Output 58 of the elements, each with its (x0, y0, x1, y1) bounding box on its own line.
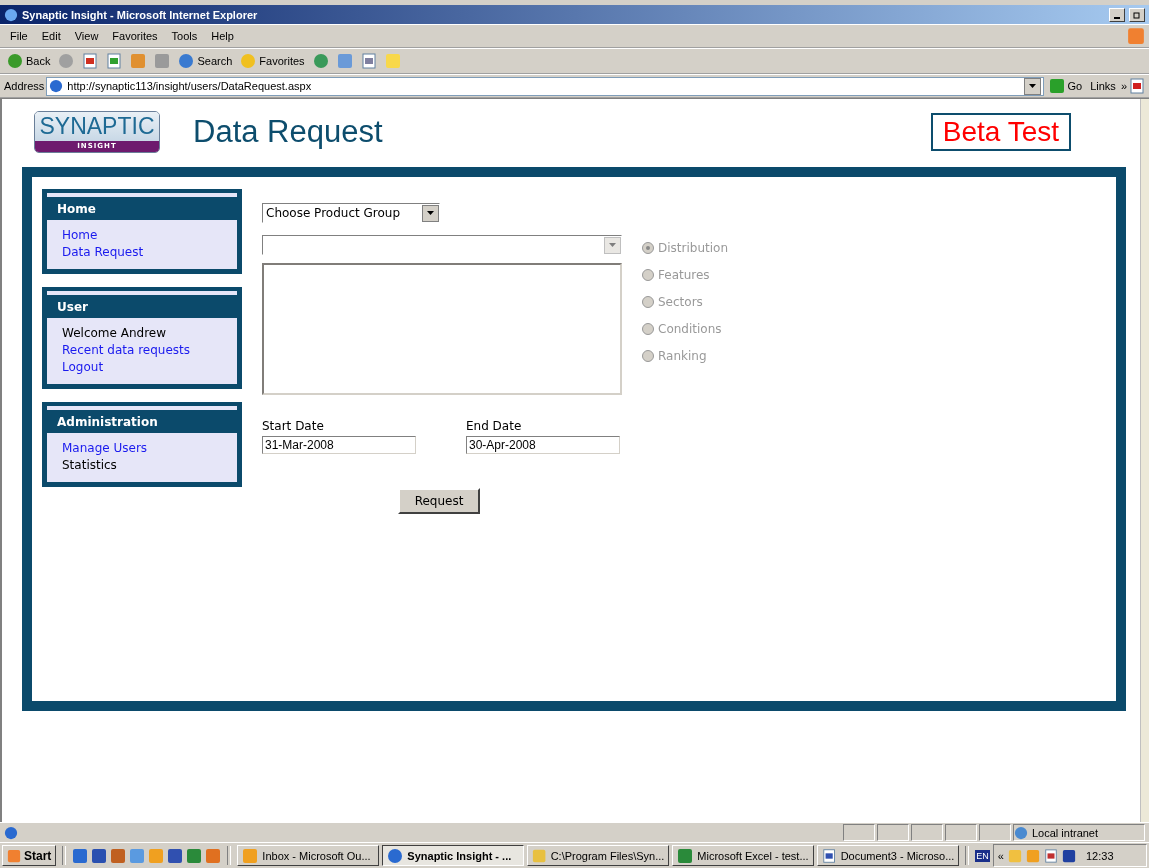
search-button[interactable]: Search (175, 53, 236, 69)
caret-icon (427, 211, 434, 215)
tray-expand[interactable]: « (997, 849, 1004, 862)
taskbar-button[interactable]: Inbox - Microsoft Ou... (237, 845, 380, 866)
menu-item[interactable]: Tools (165, 28, 204, 44)
back-button[interactable]: Back (4, 53, 54, 69)
list-box[interactable] (262, 263, 622, 395)
status-pane (877, 824, 909, 841)
sidebar-link[interactable]: Home (62, 228, 222, 242)
scrollbar[interactable] (1140, 99, 1149, 822)
welcome-text: Statistics (62, 458, 118, 472)
taskbar-button[interactable]: Document3 - Microso... (817, 845, 960, 866)
start-date-field[interactable]: 31-Mar-2008 (262, 436, 416, 454)
language-indicator[interactable]: EN (975, 849, 990, 862)
address-label: Address (4, 80, 45, 92)
status-pane (911, 824, 943, 841)
menu-item[interactable]: View (68, 28, 105, 44)
taskbar-button[interactable]: Microsoft Excel - test... (672, 845, 815, 866)
start-button[interactable]: Start (2, 845, 57, 866)
caret-icon (609, 243, 616, 247)
address-field[interactable]: http://synaptic113/insight/users/DataRequest.aspx (46, 76, 1044, 96)
page-heading: Data Request (193, 114, 384, 150)
menu-item[interactable]: Edit (35, 28, 67, 44)
favorites-button[interactable]: Favorites (237, 53, 308, 69)
links-button[interactable]: Links (1087, 80, 1119, 92)
status-pane (843, 824, 875, 841)
sidebar-link[interactable]: Manage Users (62, 441, 222, 455)
beta-badge: Beta Test (930, 113, 1071, 151)
menu-item[interactable]: File (4, 28, 34, 44)
sidebar-link[interactable]: Logout (62, 360, 222, 374)
field-label: End Date (466, 419, 523, 433)
clock: 12:33 (1086, 849, 1114, 862)
request-button[interactable]: Request (398, 488, 480, 514)
chevron[interactable]: » (1120, 80, 1127, 92)
product-dropdown[interactable] (262, 235, 622, 255)
section-title: Administration (47, 408, 237, 433)
go-button[interactable]: Go (1045, 78, 1086, 94)
sidebar-link[interactable]: Data Request (62, 245, 222, 259)
end-date-field[interactable]: 30-Apr-2008 (466, 436, 620, 454)
security-zone: Local intranet (1013, 824, 1145, 841)
restore-button[interactable] (1129, 7, 1145, 22)
menu-item[interactable]: Favorites (106, 28, 164, 44)
sidebar-link[interactable]: Recent data requests (62, 343, 222, 357)
section-title: Home (47, 195, 237, 220)
taskbar-button[interactable]: Synaptic Insight - ... (382, 845, 525, 866)
minimize-icon (1114, 16, 1120, 19)
caret-icon (1028, 84, 1036, 88)
section-title: User (47, 293, 237, 318)
restore-icon (1133, 10, 1141, 19)
status-pane (979, 824, 1011, 841)
minimize-button[interactable] (1109, 7, 1125, 22)
field-label: Start Date (262, 419, 325, 433)
status-pane (945, 824, 977, 841)
window-title: Synaptic Insight - Microsoft Internet Explorer (22, 8, 259, 21)
menu-item[interactable]: Help (205, 28, 240, 44)
taskbar-button[interactable]: C:\Program Files\Syn... (527, 845, 670, 866)
welcome-text: Welcome Andrew (62, 326, 167, 340)
product-group-dropdown[interactable]: Choose Product Group (262, 203, 440, 223)
